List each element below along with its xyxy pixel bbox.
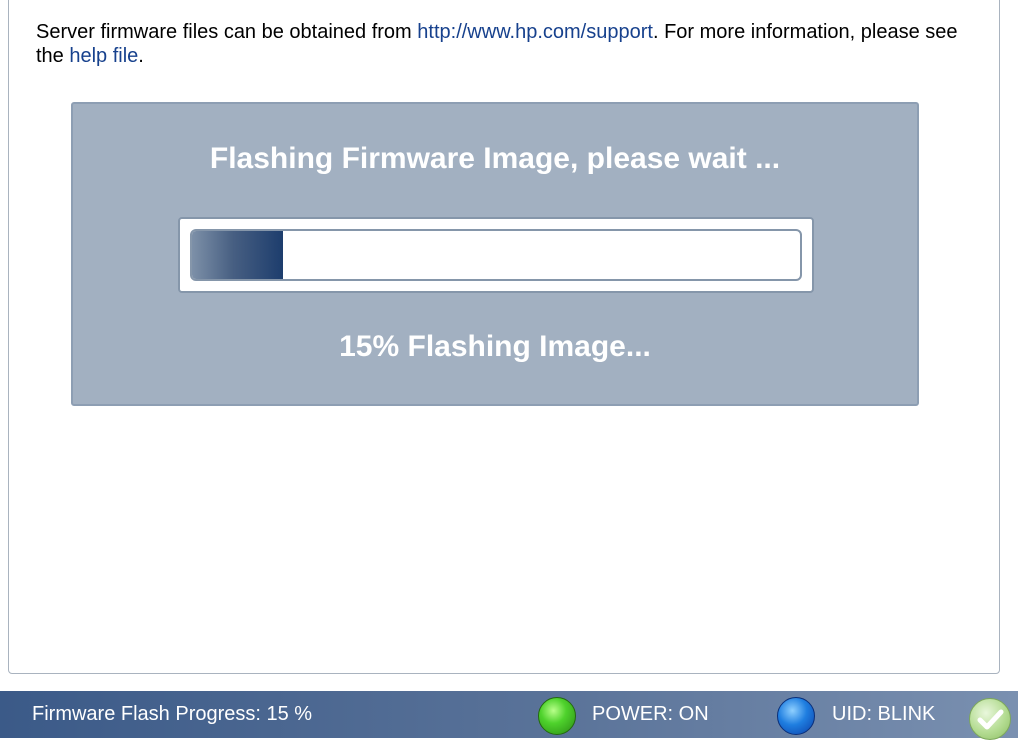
flash-panel: Flashing Firmware Image, please wait ...… [71,102,919,406]
intro-text: Server firmware files can be obtained fr… [36,20,976,68]
status-bar: Firmware Flash Progress: 15 % POWER: ON … [0,691,1018,738]
uid-status-label: UID: BLINK [832,703,936,725]
power-led-icon [538,697,576,735]
support-link[interactable]: http://www.hp.com/support [417,21,653,43]
checkmark-glyph [977,709,1004,730]
progress-fill [192,231,284,279]
intro-text-before: Server firmware files can be obtained fr… [36,21,418,43]
intro-text-after: . [138,45,144,67]
progress-bar [178,217,814,293]
uid-led-icon[interactable] [777,697,815,735]
power-status-label: POWER: ON [592,703,709,725]
flash-status: 15% Flashing Image... [339,330,651,363]
flash-title: Flashing Firmware Image, please wait ... [209,142,781,175]
progress-track [190,229,802,281]
checkmark-icon [969,698,1011,740]
help-file-link[interactable]: help file [69,45,138,67]
flash-progress-label: Firmware Flash Progress: 15 % [32,703,313,725]
